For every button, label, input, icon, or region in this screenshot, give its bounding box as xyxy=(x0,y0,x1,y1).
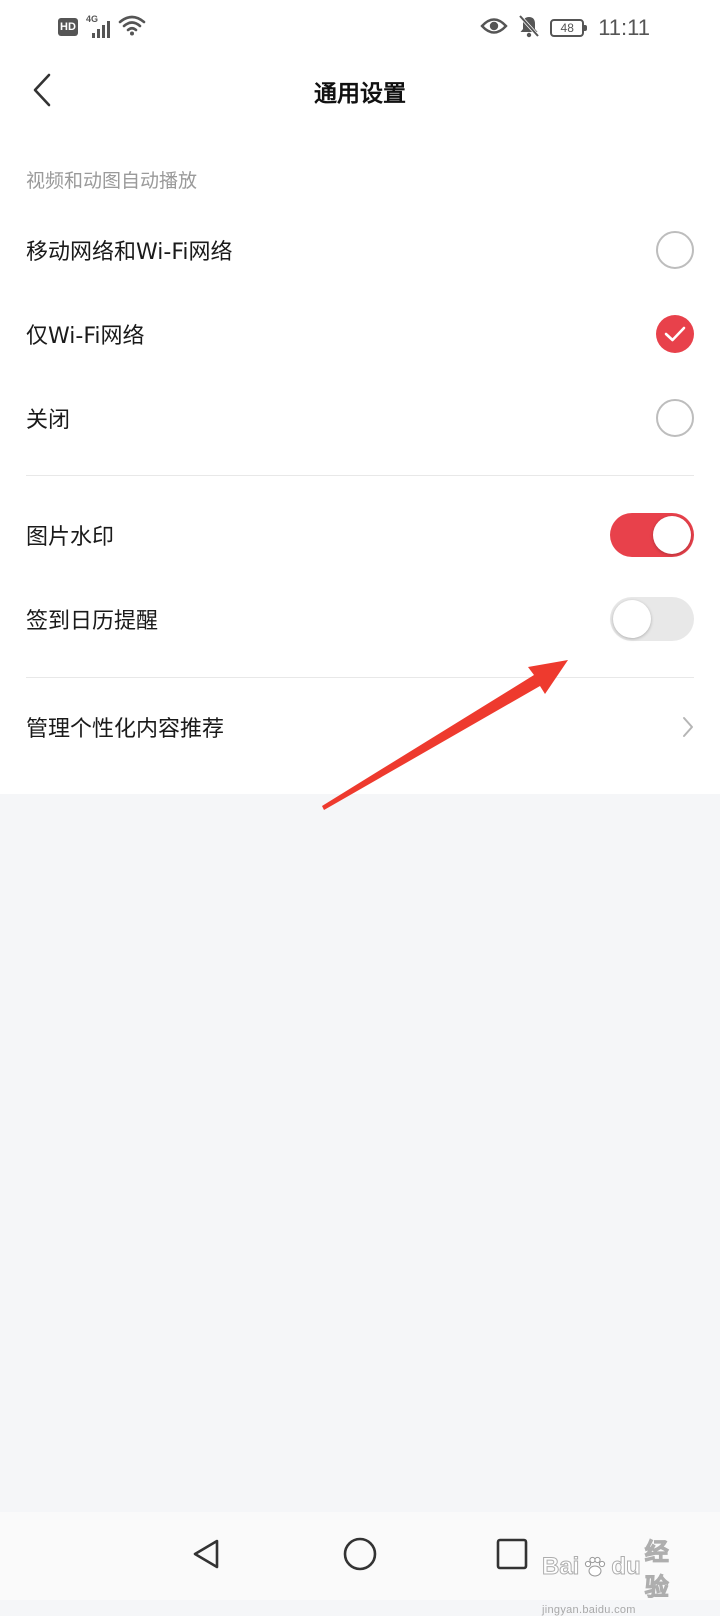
radio-unchecked-icon[interactable] xyxy=(656,399,694,437)
radio-unchecked-icon[interactable] xyxy=(656,231,694,269)
toggle-knob xyxy=(613,600,651,638)
status-time: 11:11 xyxy=(598,15,650,40)
page-title: 通用设置 xyxy=(314,81,406,107)
eye-icon xyxy=(480,16,508,40)
setting-label: 图片水印 xyxy=(26,525,115,550)
setting-label: 管理个性化内容推荐 xyxy=(26,717,225,742)
bell-muted-icon xyxy=(518,14,540,42)
toggle-knob xyxy=(653,516,691,554)
nav-home-button[interactable] xyxy=(334,1530,386,1582)
baidu-watermark: Bai du 经验 jingyan.baidu.com xyxy=(541,1532,692,1616)
watermark-brand-prefix: Bai xyxy=(541,1553,580,1581)
section-label-autoplay: 视频和动图自动播放 xyxy=(26,170,198,192)
settings-card: 视频和动图自动播放 移动网络和Wi-Fi网络 仅Wi-Fi网络 关闭 图片水印 … xyxy=(0,132,720,794)
setting-image-watermark[interactable]: 图片水印 xyxy=(0,493,720,577)
autoplay-option-off[interactable]: 关闭 xyxy=(0,376,720,460)
option-label: 关闭 xyxy=(26,408,71,433)
option-label: 仅Wi-Fi网络 xyxy=(26,324,145,349)
status-left: HD 4G xyxy=(58,14,146,40)
watermark-brand-cn: 经验 xyxy=(644,1539,669,1602)
hd-icon: HD xyxy=(58,18,78,36)
section-divider xyxy=(26,475,694,476)
chevron-right-icon xyxy=(680,715,696,739)
paw-icon xyxy=(583,1555,607,1579)
watermark-url: jingyan.baidu.com xyxy=(542,1604,636,1616)
top-bar: 通用设置 xyxy=(0,52,720,132)
battery-level: 48 xyxy=(560,21,574,35)
manage-personalized-recommendations[interactable]: 管理个性化内容推荐 xyxy=(0,685,720,769)
checkin-reminder-toggle[interactable] xyxy=(610,597,694,641)
nav-recents-square-icon xyxy=(496,1538,528,1574)
signal-icon: 4G xyxy=(86,14,110,38)
nav-back-triangle-icon xyxy=(189,1537,223,1575)
watermark-brand-suffix: du xyxy=(611,1553,641,1581)
status-bar: HD 4G 48 11:11 xyxy=(0,0,720,52)
option-label: 移动网络和Wi-Fi网络 xyxy=(26,240,233,265)
autoplay-option-mobile-and-wifi[interactable]: 移动网络和Wi-Fi网络 xyxy=(0,208,720,292)
section-divider xyxy=(26,677,694,678)
nav-home-circle-icon xyxy=(342,1536,378,1576)
wifi-icon xyxy=(118,14,146,40)
autoplay-option-wifi-only[interactable]: 仅Wi-Fi网络 xyxy=(0,292,720,376)
setting-checkin-calendar-reminder[interactable]: 签到日历提醒 xyxy=(0,577,720,661)
nav-recents-button[interactable] xyxy=(486,1530,538,1582)
radio-checked-icon[interactable] xyxy=(656,315,694,353)
status-right: 48 11:11 xyxy=(480,14,650,42)
nav-back-button[interactable] xyxy=(180,1530,232,1582)
setting-label: 签到日历提醒 xyxy=(26,609,159,634)
battery-icon: 48 xyxy=(550,19,588,37)
image-watermark-toggle[interactable] xyxy=(610,513,694,557)
watermark-brand: Bai du 经验 xyxy=(541,1532,692,1602)
